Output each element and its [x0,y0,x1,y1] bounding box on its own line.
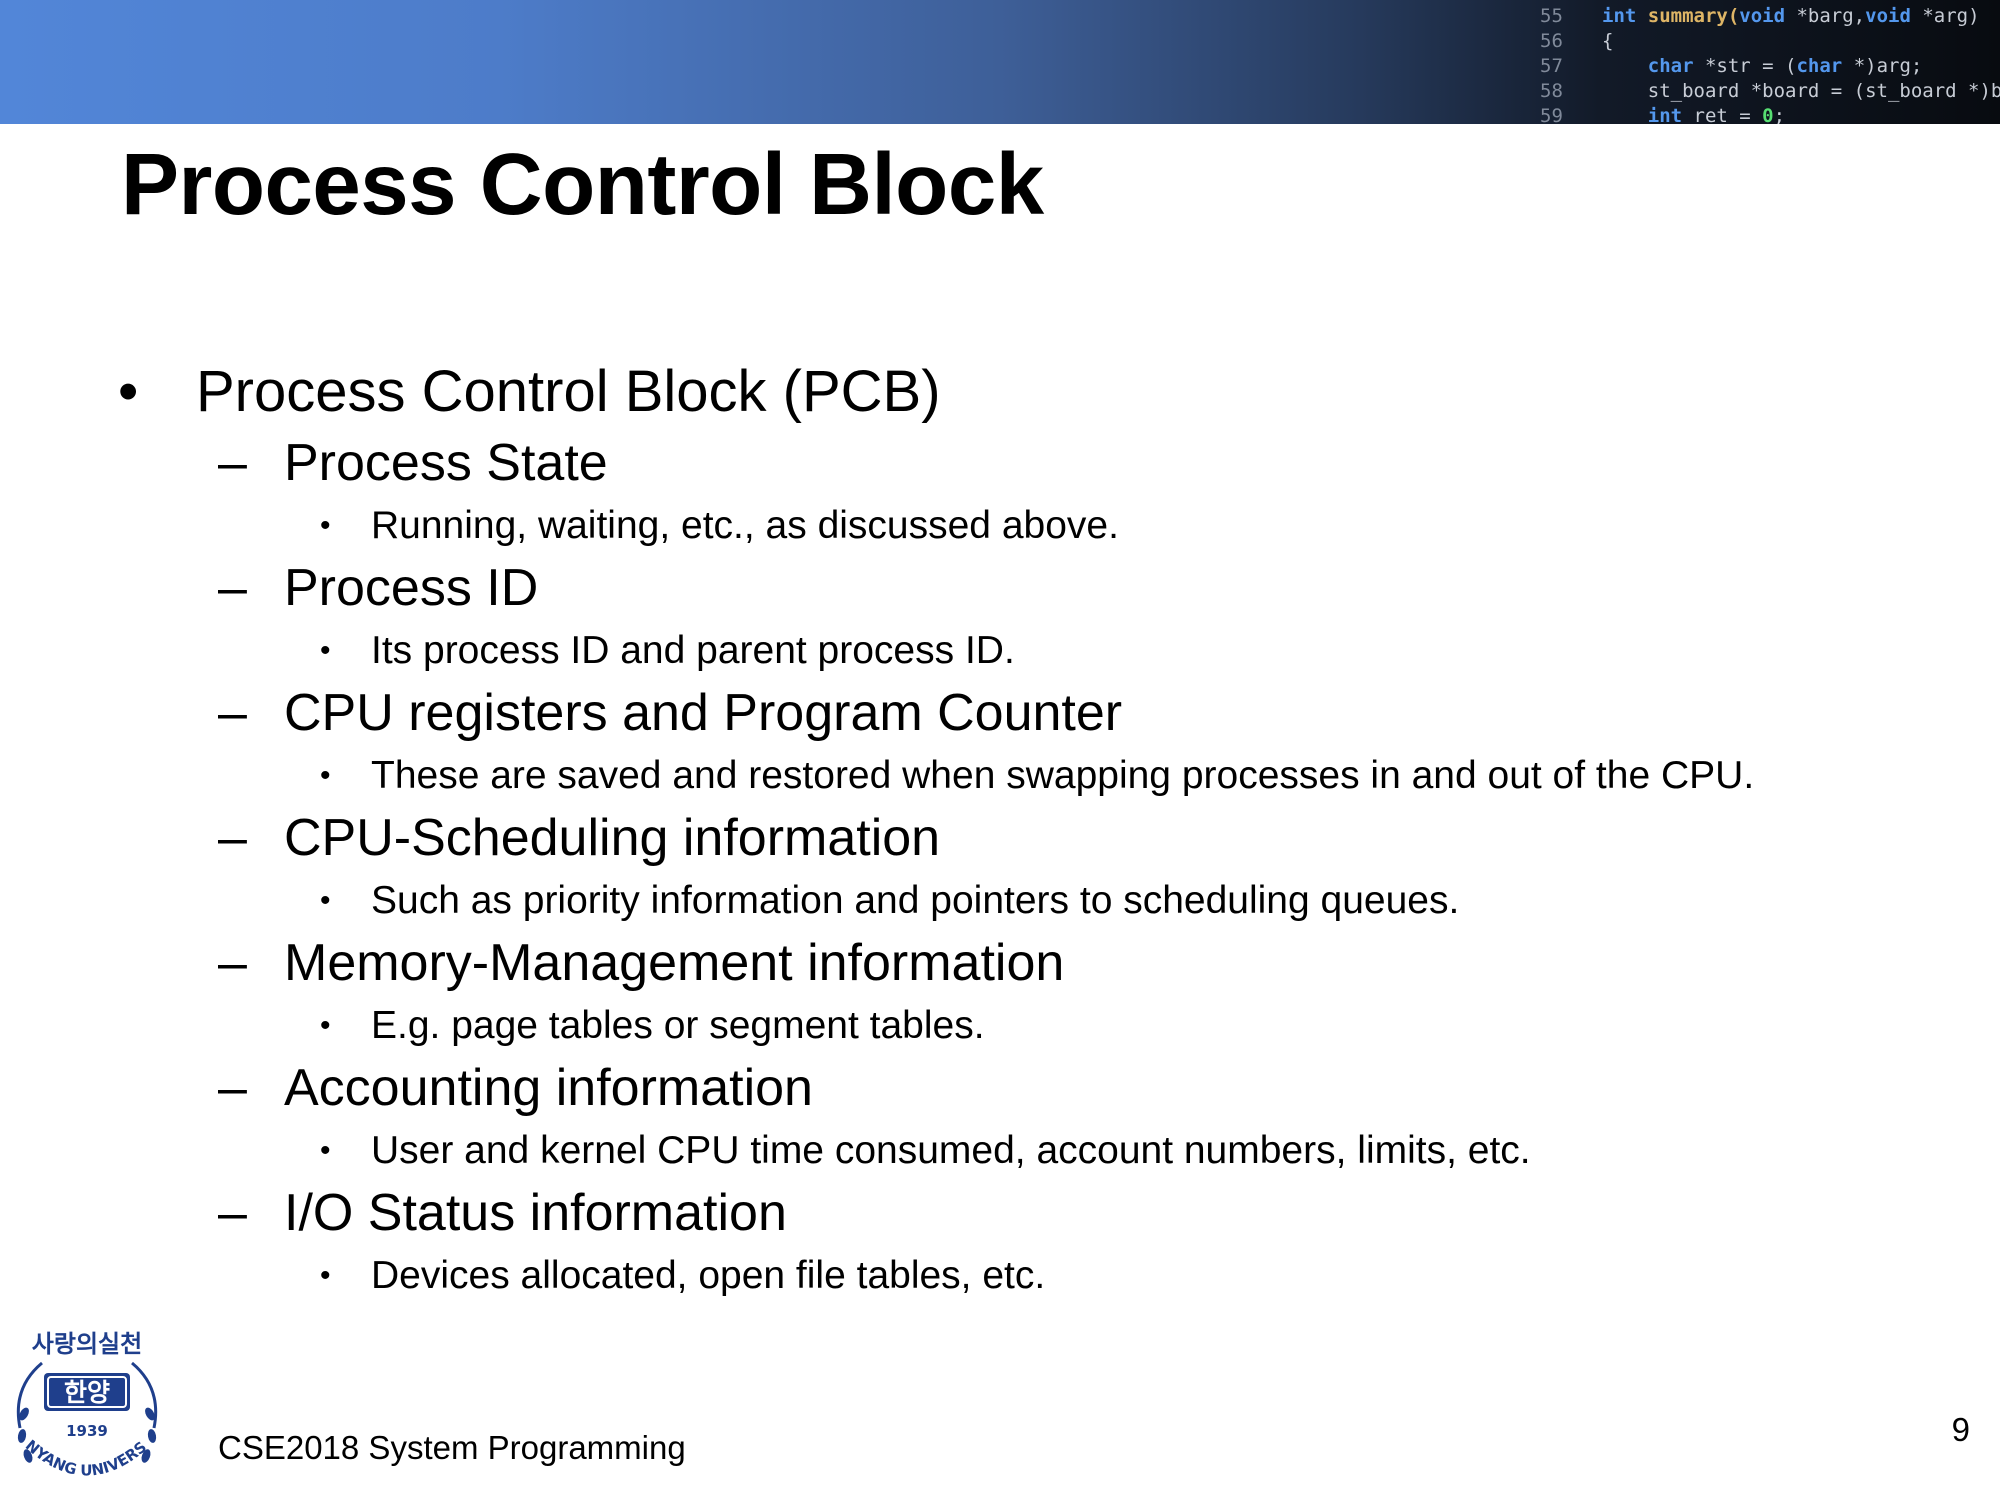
section-heading: – Process State [0,432,2000,495]
slide-title: Process Control Block [121,136,1044,233]
section-heading-text: CPU registers and Program Counter [284,684,1123,742]
bullet-icon: • [320,1134,331,1167]
university-seal-icon: 사랑의실천 한양 1939 HANYANG UNIVERSITY [2,1318,158,1480]
code-line: 56 { [1540,29,2000,54]
section-detail: • These are saved and restored when swapp… [0,745,2000,807]
section-heading-text: Process State [284,434,608,492]
code-token: ret = [1693,105,1763,124]
section-heading: – I/O Status information [0,1182,2000,1245]
code-token: summary( [1647,5,1740,27]
dash-icon: – [218,934,247,992]
code-line-number: 57 [1540,55,1563,77]
section-detail-text: Its process ID and parent process ID. [371,629,1015,672]
code-line-number: 56 [1540,30,1563,52]
code-token: ; [1773,105,1786,124]
course-footer: CSE2018 System Programming [218,1429,686,1466]
section-heading-text: Accounting information [284,1059,813,1117]
code-snippet-decoration: 55 int summary(void *barg,void *arg) 56{57… [1540,4,2000,124]
section-heading: – Accounting information [0,1057,2000,1120]
section-heading: – CPU registers and Program Counter [0,682,2000,745]
section-heading-text: Memory-Management information [284,934,1065,992]
section-detail: • Its process ID and parent process ID. [0,620,2000,682]
dash-icon: – [218,434,247,492]
code-line-number: 55 [1540,5,1563,27]
code-token: void [1739,5,1797,27]
seal-center-text: 한양 [64,1378,110,1407]
page-number: 9 [1951,1411,1970,1448]
section-detail-text: User and kernel CPU time consumed, accou… [371,1129,1531,1172]
main-bullet: • Process Control Block (PCB) [0,352,2000,432]
code-token: 0 [1762,105,1774,124]
main-bullet-text: Process Control Block (PCB) [196,359,941,424]
slide-content: • Process Control Block (PCB) – Process S… [0,352,2000,1307]
section-detail-text: These are saved and restored when swappi… [371,754,1755,797]
code-token: *barg, [1796,5,1866,27]
dash-icon: – [218,1059,247,1117]
section-detail: • Such as priority information and pointe… [0,870,2000,932]
code-line: 59 int ret = 0; [1540,104,2000,124]
dash-icon: – [218,1184,247,1242]
pcb-sections-list: – Process State • Running, waiting, etc., a… [0,432,2000,1307]
section-detail-text: Running, waiting, etc., as discussed abo… [371,504,1119,547]
code-line-number: 58 [1540,80,1563,102]
code-line: 57 char *str = (char *)arg; [1540,54,2000,79]
bullet-icon: • [118,359,139,424]
seal-year: 1939 [66,1422,108,1440]
dash-icon: – [218,809,247,867]
section-detail-text: E.g. page tables or segment tables. [371,1004,985,1047]
bullet-icon: • [320,1259,331,1292]
code-token: *str = ( [1704,55,1797,77]
bullet-icon: • [320,634,331,667]
dash-icon: – [218,559,247,617]
section-detail-text: Devices allocated, open file tables, etc… [371,1254,1046,1297]
section-heading-text: CPU-Scheduling information [284,809,941,867]
section-heading: – CPU-Scheduling information [0,807,2000,870]
code-token: char [1647,55,1705,77]
bullet-icon: • [320,759,331,792]
section-detail: • Running, waiting, etc., as discussed ab… [0,495,2000,557]
bullet-icon: • [320,884,331,917]
section-detail-text: Such as priority information and pointer… [371,879,1460,922]
section-detail: • E.g. page tables or segment tables. [0,995,2000,1057]
code-token: int [1647,105,1694,124]
section-heading: – Process ID [0,557,2000,620]
section-detail: • User and kernel CPU time consumed, acco… [0,1120,2000,1182]
bullet-icon: • [320,509,331,542]
code-token: *)arg; [1853,55,1923,77]
dash-icon: – [218,684,247,742]
header-banner: 55 int summary(void *barg,void *arg) 56{57… [0,0,2000,124]
code-token: { [1602,30,1614,52]
bullet-icon: • [320,1009,331,1042]
code-token: st_board *board = (st_board *)bar [1602,80,2000,102]
section-heading-text: I/O Status information [284,1184,787,1242]
code-token: void [1865,5,1923,27]
code-line: 58 st_board *board = (st_board *)bar [1540,79,2000,104]
code-token: *arg) [1922,5,1980,27]
section-heading: – Memory-Management information [0,932,2000,995]
seal-motto: 사랑의실천 [32,1330,142,1358]
code-line-number: 59 [1540,105,1563,124]
code-token: char [1796,55,1854,77]
code-token: int [1602,5,1648,27]
section-heading-text: Process ID [284,559,539,617]
code-line: 55 int summary(void *barg,void *arg) [1540,4,2000,29]
section-detail: • Devices allocated, open file tables, et… [0,1245,2000,1307]
